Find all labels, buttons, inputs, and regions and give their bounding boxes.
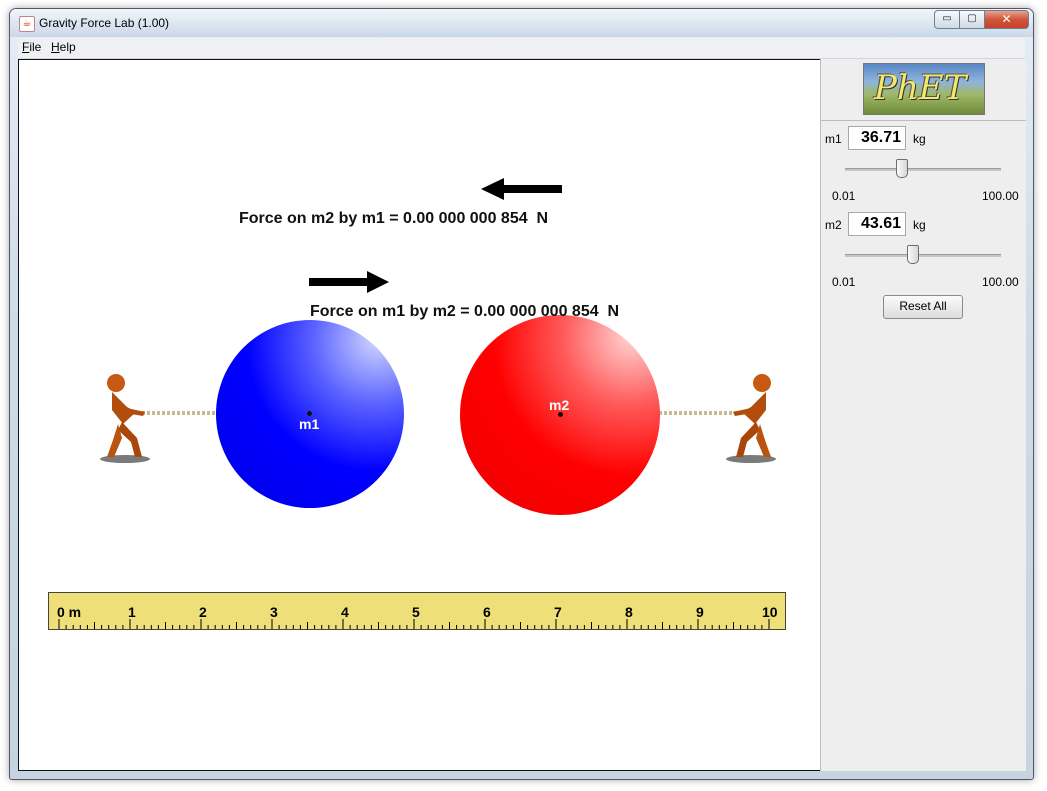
menu-file[interactable]: File bbox=[22, 40, 41, 54]
simulation-graphics bbox=[100, 178, 776, 515]
m2-slider-thumb[interactable] bbox=[907, 245, 920, 264]
measuring-ruler[interactable]: 0 m 1 2 3 4 5 6 7 8 9 10 bbox=[48, 592, 786, 630]
m1-slider-thumb[interactable] bbox=[896, 159, 909, 178]
m2-control-label: m2 bbox=[825, 218, 842, 232]
menu-help[interactable]: Help bbox=[51, 40, 76, 54]
m1-unit-label: kg bbox=[913, 132, 926, 146]
m2-label: m2 bbox=[549, 397, 570, 413]
panel-divider bbox=[821, 120, 1026, 121]
ruler-label-3: 3 bbox=[270, 604, 278, 620]
ruler-label-8: 8 bbox=[625, 604, 633, 620]
java-cup-icon: ☕ bbox=[19, 16, 35, 32]
phet-logo: PhET bbox=[863, 63, 985, 115]
title-bar[interactable]: ☕ Gravity Force Lab (1.00) ▭ ▢ ✕ bbox=[10, 9, 1033, 37]
ruler-label-10: 10 bbox=[762, 604, 778, 620]
m2-unit-label: kg bbox=[913, 218, 926, 232]
ruler-label-4: 4 bbox=[341, 604, 349, 620]
close-button[interactable]: ✕ bbox=[984, 10, 1029, 29]
force-arrow-left bbox=[481, 178, 562, 200]
menu-help-label: elp bbox=[59, 40, 76, 54]
m2-slider-max: 100.00 bbox=[982, 275, 1019, 289]
maximize-button[interactable]: ▢ bbox=[959, 10, 985, 29]
ruler-label-1: 1 bbox=[128, 604, 136, 620]
right-puller-figure[interactable] bbox=[726, 374, 776, 463]
ruler-label-2: 2 bbox=[199, 604, 207, 620]
m1-label: m1 bbox=[299, 416, 320, 432]
force-arrow-right bbox=[309, 271, 389, 293]
phet-logo-text: PhET bbox=[874, 68, 967, 108]
m1-control-label: m1 bbox=[825, 132, 842, 146]
window-title: Gravity Force Lab (1.00) bbox=[39, 16, 170, 30]
ruler-label-0: 0 m bbox=[57, 604, 82, 620]
ruler-label-7: 7 bbox=[554, 604, 562, 620]
m1-slider-track[interactable] bbox=[845, 168, 1001, 171]
force-on-m1-label: Force on m1 by m2 = 0.00 000 000 854 N bbox=[310, 303, 620, 320]
force-on-m2-label: Force on m2 by m1 = 0.00 000 000 854 N bbox=[239, 210, 549, 227]
reset-all-button[interactable]: Reset All bbox=[883, 295, 963, 319]
m2-slider-min: 0.01 bbox=[832, 275, 856, 289]
m1-value-field[interactable]: 36.71 bbox=[848, 126, 906, 150]
m1-slider-min: 0.01 bbox=[832, 189, 856, 203]
m2-value-field[interactable]: 43.61 bbox=[848, 212, 906, 236]
ruler-label-6: 6 bbox=[483, 604, 491, 620]
m1-slider-max: 100.00 bbox=[982, 189, 1019, 203]
m2-slider-track[interactable] bbox=[845, 254, 1001, 257]
ruler-label-9: 9 bbox=[696, 604, 704, 620]
control-panel: PhET m1 36.71 kg 0.01 100.00 m2 43.61 kg… bbox=[820, 59, 1026, 771]
menu-bar: File Help bbox=[18, 38, 1025, 59]
ruler-label-5: 5 bbox=[412, 604, 420, 620]
menu-file-label: ile bbox=[29, 40, 42, 54]
left-puller-figure[interactable] bbox=[100, 374, 150, 463]
app-window: ☕ Gravity Force Lab (1.00) ▭ ▢ ✕ File He… bbox=[9, 8, 1034, 780]
simulation-canvas: Force on m2 by m1 = 0.00 000 000 854 N F… bbox=[18, 59, 821, 771]
menu-help-mnemonic: H bbox=[51, 40, 60, 54]
minimize-button[interactable]: ▭ bbox=[934, 10, 960, 29]
